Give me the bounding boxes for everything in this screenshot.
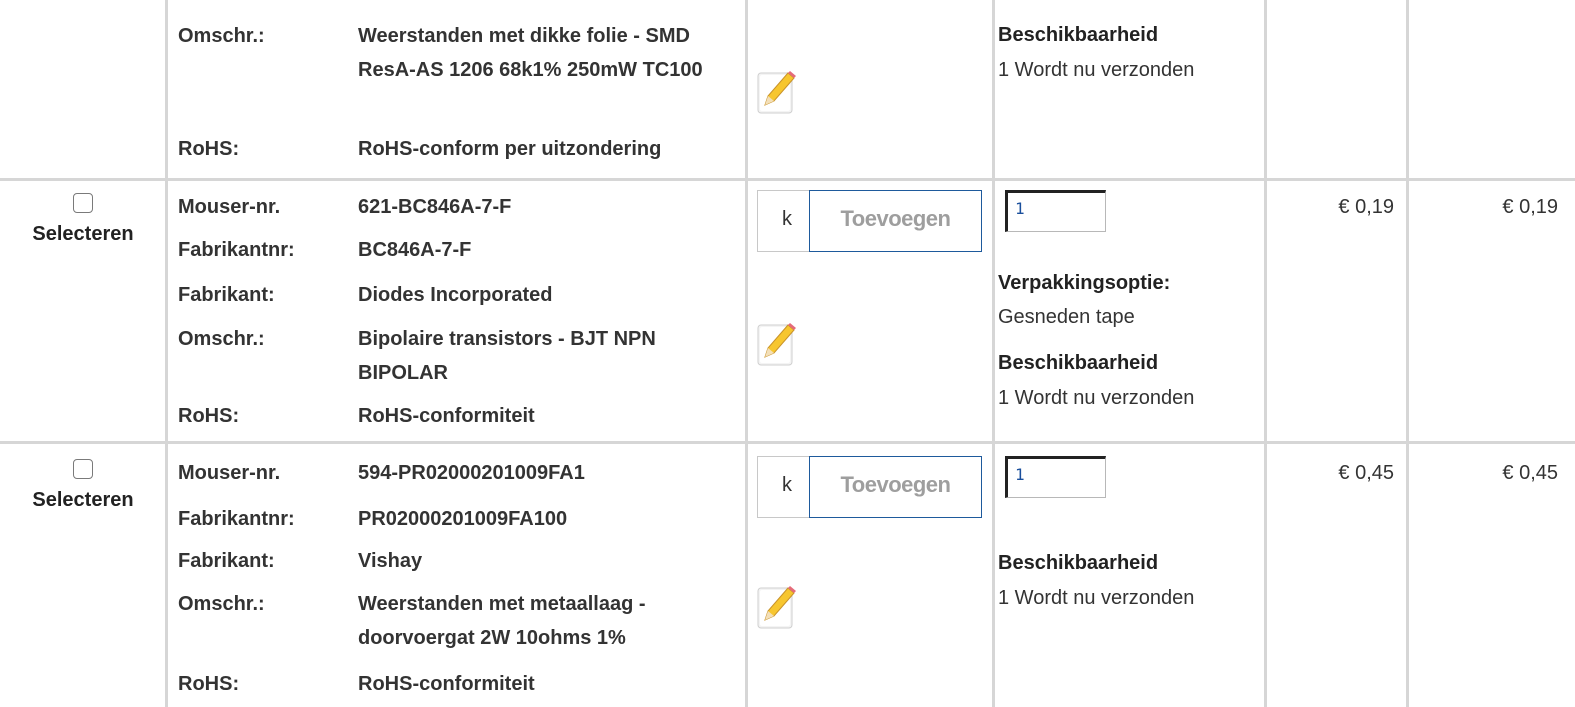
attr-label-description: Omschr.: [178,25,265,47]
attr-value-mouser-nr[interactable]: 594-PR02000201009FA1 [358,456,738,490]
attr-label-rohs: RoHS: [178,138,240,160]
attr-value-rohs: RoHS-conformiteit [358,673,535,695]
attr-label-manufacturer-nr: Fabrikantnr: [178,508,295,530]
availability-text: 1 Wordt nu verzonden [998,387,1195,409]
packaging-heading: Verpakkingsoptie: [998,272,1171,294]
attr-value-manufacturer[interactable]: Vishay [358,544,738,578]
quantity-input[interactable]: 1 [1005,456,1106,498]
add-hint: k [782,474,792,496]
pencil-edit-icon[interactable] [757,321,797,367]
attr-label-mouser-nr: Mouser-nr. [178,196,281,218]
row-divider [0,441,1575,444]
row-divider [0,178,1575,181]
attr-value-rohs: RoHS-conformiteit [358,405,535,427]
attr-value-manufacturer[interactable]: Diodes Incorporated [358,278,738,312]
attr-value-mouser-nr[interactable]: 621-BC846A-7-F [358,190,738,224]
attr-value-description: Weerstanden met metaallaag - doorvoergat… [358,593,646,649]
attr-value-description: Weerstanden met dikke folie - SMD ResA-A… [358,25,703,81]
availability-text: 1 Wordt nu verzonden [998,587,1195,609]
add-button[interactable]: Toevoegen [809,455,982,518]
select-cell: Selecteren [8,459,158,512]
attr-label-manufacturer-nr: Fabrikantnr: [178,239,295,261]
add-to-project-control: k Toevoegen [757,455,982,518]
unit-price: € 0,45 [1338,462,1394,484]
checkbox-icon[interactable] [73,459,93,479]
pencil-edit-icon[interactable] [757,69,797,115]
pencil-edit-icon[interactable] [757,584,797,630]
extended-price: € 0,45 [1502,462,1558,484]
column-divider [1264,0,1267,707]
attr-label-rohs: RoHS: [178,673,240,695]
column-divider [165,0,168,707]
add-to-project-control: k Toevoegen [757,189,982,252]
column-divider [745,0,748,707]
attr-value-description: Bipolaire transistors - BJT NPN BIPOLAR [358,328,656,384]
attr-label-description: Omschr.: [178,328,265,350]
attr-value-manufacturer-nr[interactable]: PR02000201009FA100 [358,502,738,536]
add-button[interactable]: Toevoegen [809,189,982,252]
column-divider [992,0,995,707]
column-divider [1406,0,1409,707]
attr-label-description: Omschr.: [178,593,265,615]
attr-label-manufacturer: Fabrikant: [178,284,275,306]
availability-heading: Beschikbaarheid [998,552,1159,574]
quantity-input[interactable]: 1 [1005,190,1106,232]
attr-value-manufacturer-nr[interactable]: BC846A-7-F [358,233,738,267]
packaging-value: Gesneden tape [998,306,1135,328]
select-label[interactable]: Selecteren [8,489,158,512]
select-label[interactable]: Selecteren [8,223,158,246]
select-cell: Selecteren [8,193,158,246]
availability-text: 1 Wordt nu verzonden [998,59,1195,81]
attr-label-mouser-nr: Mouser-nr. [178,462,281,484]
attr-label-manufacturer: Fabrikant: [178,550,275,572]
attr-label-rohs: RoHS: [178,405,240,427]
extended-price: € 0,19 [1502,196,1558,218]
availability-heading: Beschikbaarheid [998,24,1159,46]
checkbox-icon[interactable] [73,193,93,213]
unit-price: € 0,19 [1338,196,1394,218]
add-hint: k [782,208,792,230]
availability-heading: Beschikbaarheid [998,352,1159,374]
attr-value-rohs: RoHS-conform per uitzondering [358,138,662,160]
